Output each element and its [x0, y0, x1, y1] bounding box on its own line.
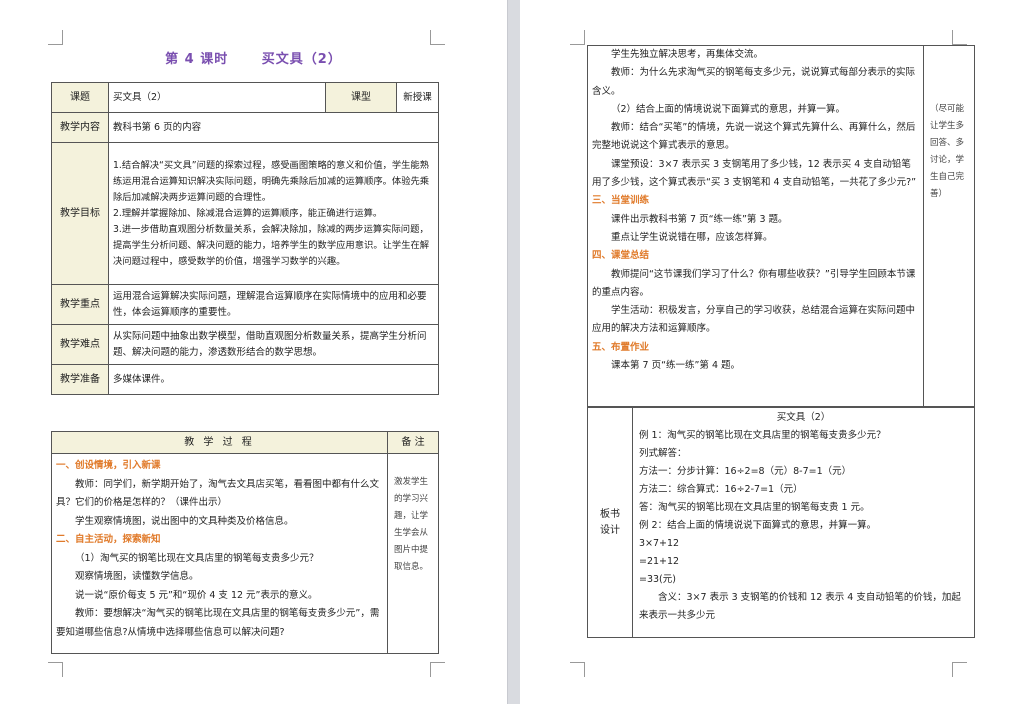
goals-label: 教学目标: [51, 142, 109, 285]
goal-item: 2.理解并掌握除加、除减混合运算的运算顺序，能正确进行运算。: [113, 207, 383, 219]
board-label: 板书 设计: [587, 407, 633, 638]
crop-mark: [570, 662, 585, 677]
section-heading: 三、当堂训练: [592, 195, 650, 207]
topic-label: 课题: [51, 82, 109, 113]
type-label: 课型: [325, 82, 397, 113]
prep-label: 教学准备: [51, 364, 109, 395]
board-body: 买文具（2） 例 1：淘气买的钢笔比现在文具店里的钢笔每支贵多少元？ 列式解答：…: [632, 407, 975, 638]
paragraph: 课件出示教科书第 7 页“练一练”第 3 题。: [611, 213, 788, 225]
page-title: 第 4 课时 买文具（2）: [0, 48, 507, 67]
paragraph: 教师：同学们，新学期开始了，淘气去文具店买笔，看看图中都有什么文具？它们的价格是…: [56, 478, 380, 509]
lesson-name: 买文具（2）: [261, 52, 342, 67]
paragraph: 教师：为什么先求淘气买的钢笔每支多少元，说说算式每部分表示的实际含义。: [592, 67, 916, 97]
paragraph: 重点让学生说说错在哪，应该怎样算。: [611, 231, 773, 243]
board-line: 例 2：结合上面的情境说说下面算式的意思，并算一算。: [639, 520, 877, 531]
content-value: 教科书第 6 页的内容: [108, 112, 439, 143]
content-label: 教学内容: [51, 112, 109, 143]
paragraph: 说一说“原价每支 5 元”和“现价 4 支 12 元”表示的意义。: [75, 589, 318, 601]
crop-mark: [430, 30, 445, 45]
board-line: 3×7+12: [639, 538, 680, 549]
board-line: 答：淘气买的钢笔比现在文具店里的钢笔每支贵 1 元。: [639, 502, 870, 513]
section-heading: 二、自主活动，探索新知: [56, 534, 161, 545]
process-header: 教 学 过 程: [51, 431, 388, 454]
board-line: =33(元): [639, 574, 676, 585]
board-line: 方法二：综合算式：16÷2-7=1（元）: [639, 484, 803, 495]
board-line: 例 1：淘气买的钢笔比现在文具店里的钢笔每支贵多少元？: [639, 430, 886, 441]
paragraph: 教师提问“这节课我们学习了什么？你有哪些收获？”引导学生回顾本节课的重点内容。: [592, 268, 916, 298]
difficulty-label: 教学难点: [51, 324, 109, 365]
continuation-body: 学生先独立解决思考，再集体交流。 教师：为什么先求淘气买的钢笔每支多少元，说说算…: [587, 45, 924, 407]
paragraph: 课本第 7 页“练一练”第 4 题。: [611, 360, 741, 372]
board-label-line: 设计: [600, 524, 620, 536]
paragraph: 教师：要想解决“淘气买的钢笔比现在文具店里的钢笔每支贵多少元”，需要知道哪些信息…: [56, 608, 380, 638]
crop-mark: [952, 30, 967, 45]
process-table: 教 学 过 程 备 注 一、创设情境，引入新课 教师：同学们，新学期开始了，淘气…: [51, 431, 439, 654]
continuation-note: （尽可能让学生多回答、多讨论，学生自己完善）: [923, 45, 975, 407]
paragraph: 学生活动：积极发言，分享自己的学习收获，总结混合运算在实际问题中应用的解决方法和…: [592, 305, 916, 335]
key-label: 教学重点: [51, 284, 109, 325]
section-heading: 五、布置作业: [592, 341, 650, 353]
type-value: 新授课: [396, 82, 439, 113]
paragraph: 教师：结合“买笔”的情境，先说一说这个算式先算什么、再算什么，然后完整地说说这个…: [592, 122, 916, 152]
board-line: 方法一：分步计算：16÷2=8（元）8-7=1（元）: [639, 466, 852, 477]
crop-mark: [430, 662, 445, 677]
board-line: 列式解答：: [639, 448, 687, 459]
board-label-line: 板书: [600, 508, 620, 520]
board-line: 含义：3×7 表示 3 支钢笔的价钱和 12 表示 4 支自动铅笔的价钱，加起来…: [639, 592, 961, 621]
goal-item: 3.进一步借助直观图分析数量关系，会解决除加，除减的两步运算实际问题，提高学生分…: [113, 223, 430, 267]
section-heading: 四、课堂总结: [592, 250, 650, 262]
difficulty-value: 从实际问题中抽象出数学模型，借助直观图分析数量关系，提高学生分析问题、解决问题的…: [108, 324, 439, 365]
paragraph: （1）淘气买的钢笔比现在文具店里的钢笔每支贵多少元？: [75, 552, 319, 564]
paragraph: 学生先独立解决思考，再集体交流。: [611, 49, 764, 60]
key-value: 运用混合运算解决实际问题，理解混合运算顺序在实际情境中的应用和必要性，体会运算顺…: [108, 284, 439, 325]
lesson-number: 第 4 课时: [165, 52, 229, 67]
lesson-info-table: 课题 买文具（2） 课型 新授课 教学内容 教科书第 6 页的内容 教学目标 1…: [51, 82, 439, 395]
paragraph: 课堂预设：3×7 表示买 3 支钢笔用了多少钱，12 表示买 4 支自动铅笔用了…: [592, 158, 917, 189]
paragraph: （2）结合上面的情境说说下面算式的意思，并算一算。: [611, 103, 846, 115]
process-note: 激发学生的学习兴趣，让学生学会从图片中提取信息。: [387, 453, 439, 654]
left-page: 第 4 课时 买文具（2） 课题 买文具（2） 课型 新授课 教学内容 教科书第…: [0, 0, 507, 704]
section-heading: 一、创设情境，引入新课: [56, 460, 161, 471]
board-title: 买文具（2）: [776, 412, 831, 423]
goal-item: 1.结合解决“买文具”问题的探索过程，感受画图策略的意义和价值，学生能熟练运用混…: [113, 159, 430, 203]
page-gap: [507, 0, 521, 704]
crop-mark: [570, 30, 585, 45]
paragraph: 观察情境图，读懂数学信息。: [75, 571, 199, 582]
crop-mark: [48, 662, 63, 677]
process-body: 一、创设情境，引入新课 教师：同学们，新学期开始了，淘气去文具店买笔，看看图中都…: [51, 453, 388, 654]
process-continuation-table: 学生先独立解决思考，再集体交流。 教师：为什么先求淘气买的钢笔每支多少元，说说算…: [587, 45, 975, 407]
note-header: 备 注: [387, 431, 439, 454]
topic-value: 买文具（2）: [108, 82, 326, 113]
crop-mark: [48, 30, 63, 45]
prep-value: 多媒体课件。: [108, 364, 439, 395]
paragraph: 学生观察情境图，说出图中的文具种类及价格信息。: [75, 515, 294, 527]
crop-mark: [952, 662, 967, 677]
board-design-table: 板书 设计 买文具（2） 例 1：淘气买的钢笔比现在文具店里的钢笔每支贵多少元？…: [587, 407, 975, 638]
board-line: =21+12: [639, 556, 680, 567]
goals-value: 1.结合解决“买文具”问题的探索过程，感受画图策略的意义和价值，学生能熟练运用混…: [108, 142, 439, 285]
